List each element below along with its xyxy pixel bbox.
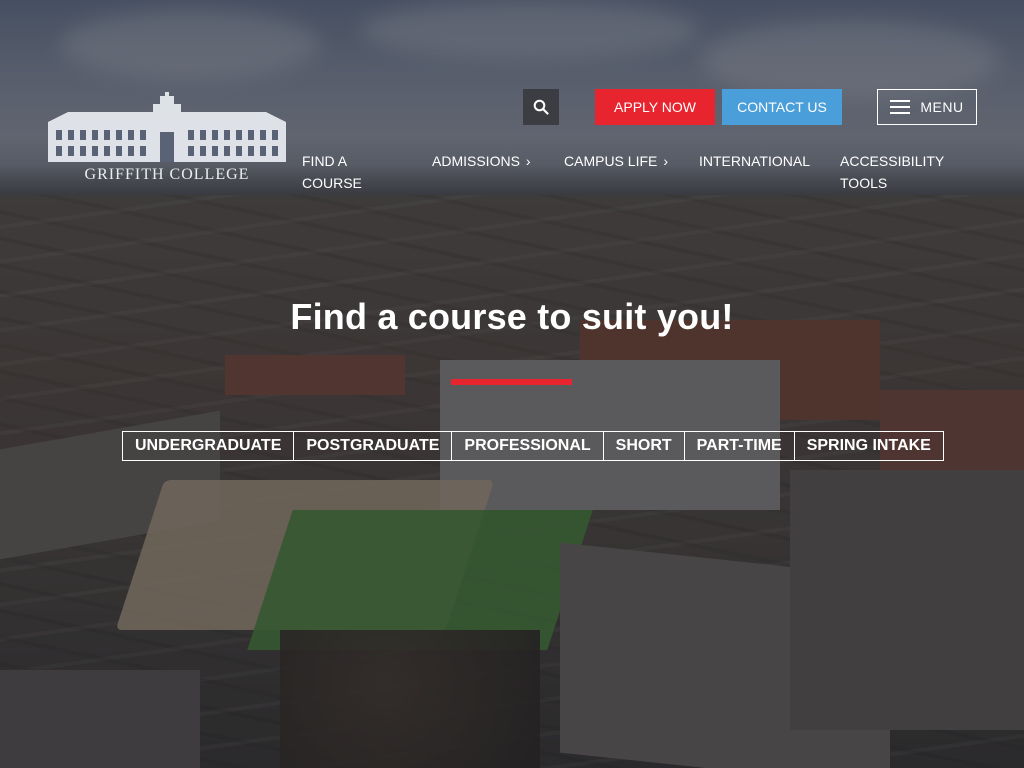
menu-label: MENU <box>920 99 964 115</box>
course-type-tabs: UNDERGRADUATE POSTGRADUATE PROFESSIONAL … <box>122 431 944 461</box>
logo-wordmark: GRIFFITH COLLEGE <box>84 166 250 183</box>
nav-item-admissions[interactable]: ADMISSIONS › <box>432 150 531 172</box>
nav-label: ACCESSIBILITY TOOLS <box>840 153 945 191</box>
hero-headline: Find a course to suit you! <box>290 296 734 337</box>
tab-undergraduate[interactable]: UNDERGRADUATE <box>123 432 295 460</box>
tab-professional[interactable]: PROFESSIONAL <box>452 432 604 460</box>
nav-item-campus-life[interactable]: CAMPUS LIFE › <box>564 150 668 172</box>
tab-postgraduate[interactable]: POSTGRADUATE <box>294 432 453 460</box>
search-button[interactable] <box>523 89 559 125</box>
tab-part-time[interactable]: PART-TIME <box>685 432 795 460</box>
college-building-logo-icon <box>48 92 286 162</box>
nav-label: ADMISSIONS <box>432 153 520 169</box>
hero-section: GRIFFITH COLLEGE APPLY NOW CONTACT US ME… <box>0 0 1024 768</box>
nav-label: CAMPUS LIFE <box>564 153 658 169</box>
nav-label: INTERNATIONAL <box>699 153 810 169</box>
hamburger-icon <box>890 100 911 114</box>
chevron-right-icon: › <box>525 153 531 169</box>
menu-button[interactable]: MENU <box>877 89 977 125</box>
headline-underline <box>451 379 572 385</box>
chevron-right-icon: › <box>663 153 669 169</box>
college-logo[interactable]: GRIFFITH COLLEGE <box>48 92 286 188</box>
nav-item-accessibility-tools[interactable]: ACCESSIBILITY TOOLS <box>840 150 950 194</box>
nav-item-international[interactable]: INTERNATIONAL <box>699 150 810 172</box>
tab-spring-intake[interactable]: SPRING INTAKE <box>795 432 943 460</box>
apply-now-button[interactable]: APPLY NOW <box>595 89 715 125</box>
tab-short[interactable]: SHORT <box>604 432 685 460</box>
contact-us-button[interactable]: CONTACT US <box>722 89 842 125</box>
nav-label: FIND A COURSE <box>302 153 362 191</box>
nav-item-find-a-course[interactable]: FIND A COURSE <box>302 150 382 194</box>
search-icon <box>533 99 549 115</box>
